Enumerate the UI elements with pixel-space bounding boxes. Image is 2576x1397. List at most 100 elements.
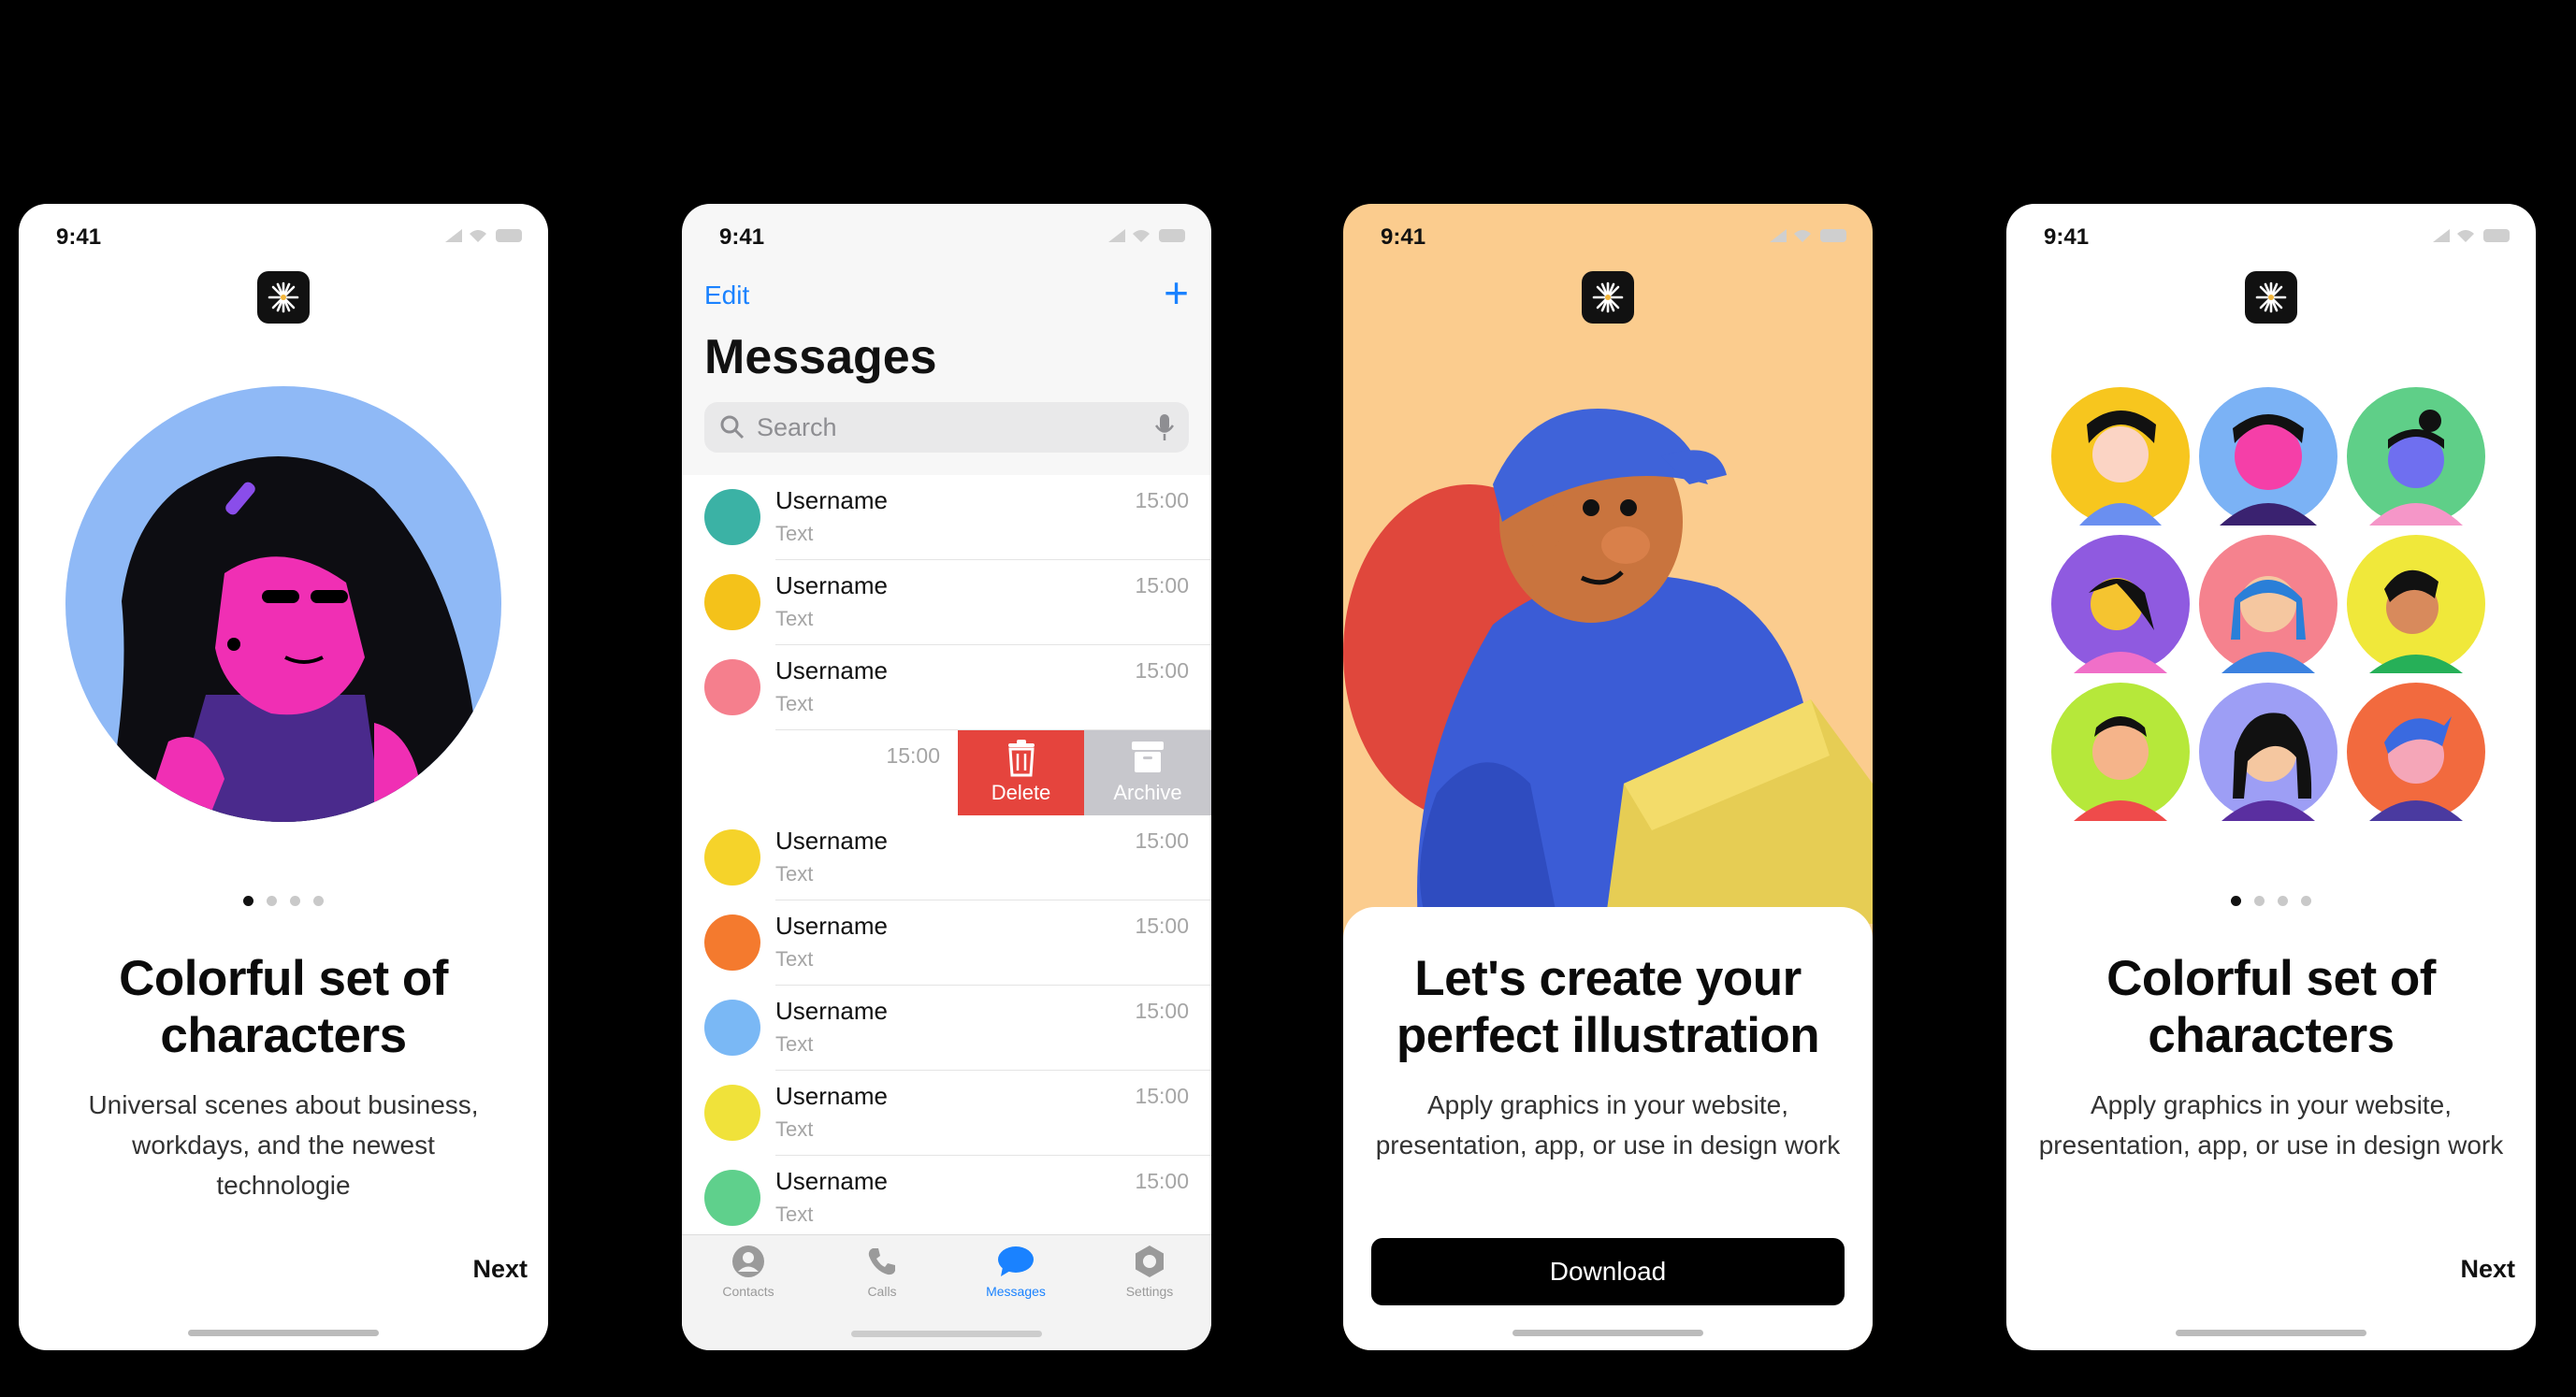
timestamp: 15:00: [1135, 1084, 1189, 1108]
home-indicator: [1512, 1330, 1703, 1336]
page-dot[interactable]: [267, 896, 277, 906]
message-preview: Text: [775, 692, 814, 715]
gear-icon: [1136, 1246, 1164, 1277]
username: Username: [775, 827, 888, 855]
page-indicator: [19, 894, 548, 911]
list-item[interactable]: Username Text 15:00: [682, 560, 1211, 645]
status-time: 9:41: [1381, 224, 1426, 250]
username: Username: [775, 912, 888, 940]
timestamp: 15:00: [1135, 573, 1189, 598]
list-item[interactable]: Username Text 15:00: [682, 815, 1211, 900]
avatar: [704, 1085, 760, 1141]
description-line-2: workdays, and the newest: [132, 1131, 435, 1159]
tab-calls[interactable]: Calls: [831, 1245, 933, 1299]
description-line-1: Apply graphics in your website,: [1427, 1090, 1788, 1119]
microphone-icon[interactable]: [1155, 413, 1174, 441]
app-logo-icon: [1582, 271, 1634, 324]
home-indicator: [2176, 1330, 2366, 1336]
list-item[interactable]: Username Text 15:00: [682, 475, 1211, 560]
headline-line-2: characters: [160, 1008, 407, 1063]
page-dot[interactable]: [290, 896, 300, 906]
home-indicator: [851, 1331, 1042, 1337]
tab-label: Messages: [986, 1284, 1046, 1299]
home-indicator: [188, 1330, 379, 1336]
message-list: Username Text 15:00 Username Text 15:00 …: [682, 475, 1211, 1234]
page-dot-active[interactable]: [243, 896, 253, 906]
status-icons: [2433, 229, 2510, 242]
avatar: [704, 829, 760, 886]
delivery-character-illustration: [1343, 409, 1873, 924]
trash-icon: [1007, 740, 1035, 777]
onboarding-screen-2: 9:41 Let's create your perfect illustrat…: [1343, 204, 1873, 1350]
username: Username: [775, 571, 888, 599]
app-logo-icon: [257, 271, 310, 324]
next-button[interactable]: Next: [2460, 1255, 2515, 1284]
archive-label: Archive: [1113, 781, 1182, 804]
tab-contacts[interactable]: Contacts: [697, 1245, 800, 1299]
avatar: [704, 659, 760, 715]
tab-label: Settings: [1125, 1284, 1174, 1299]
avatar: [704, 1170, 760, 1226]
timestamp: 15:00: [1135, 658, 1189, 683]
headline-line-2: characters: [2148, 1008, 2395, 1063]
timestamp: 15:00: [886, 743, 940, 768]
avatar: [704, 1000, 760, 1056]
page-dot[interactable]: [2254, 896, 2265, 906]
avatar: [704, 489, 760, 545]
page-dot[interactable]: [2278, 896, 2288, 906]
list-item[interactable]: Username Text 15:00: [682, 645, 1211, 730]
headline-line-1: Colorful set of: [2106, 951, 2436, 1006]
list-item[interactable]: Username Text 15:00: [682, 900, 1211, 986]
search-placeholder: Search: [757, 413, 837, 441]
timestamp: 15:00: [1135, 1169, 1189, 1193]
next-button[interactable]: Next: [472, 1255, 528, 1284]
message-preview: Text: [775, 1203, 814, 1226]
description-line-2: presentation, app, or use in design work: [1375, 1131, 1841, 1159]
timestamp: 15:00: [1135, 999, 1189, 1023]
page-indicator: [2006, 894, 2536, 911]
description-line-2: presentation, app, or use in design work: [2038, 1131, 2504, 1159]
tab-bar: Contacts Calls Messages Settings: [682, 1234, 1211, 1350]
download-button[interactable]: Download: [1371, 1238, 1845, 1305]
headline-line-1: Colorful set of: [119, 951, 448, 1006]
message-preview: Text: [775, 1032, 814, 1056]
app-logo-icon: [2245, 271, 2297, 324]
search-icon: [720, 415, 745, 439]
timestamp: 15:00: [1135, 488, 1189, 512]
archive-button[interactable]: Archive: [1084, 730, 1211, 815]
timestamp: 15:00: [1135, 914, 1189, 938]
page-dot[interactable]: [2301, 896, 2311, 906]
status-time: 9:41: [719, 224, 765, 250]
username: Username: [775, 1082, 888, 1110]
list-item[interactable]: Username Text 15:00: [682, 1071, 1211, 1156]
status-icons: [445, 229, 522, 242]
new-message-button[interactable]: +: [1164, 269, 1189, 316]
delete-button[interactable]: Delete: [958, 730, 1084, 815]
message-preview: Text: [775, 522, 814, 545]
list-item[interactable]: Username Text 15:00: [682, 1156, 1211, 1234]
headline-line-2: perfect illustration: [1396, 1008, 1820, 1063]
list-item[interactable]: Username Text 15:00: [682, 986, 1211, 1071]
status-icons: [1108, 229, 1185, 242]
character-illustration: [65, 386, 501, 822]
edit-button[interactable]: Edit: [704, 281, 749, 310]
message-preview: Text: [775, 947, 814, 971]
headline-line-1: Let's create your: [1414, 951, 1802, 1006]
search-input[interactable]: Search: [704, 402, 1189, 453]
description-line-3: technologie: [216, 1171, 351, 1200]
person-icon: [732, 1246, 764, 1277]
tab-settings[interactable]: Settings: [1098, 1245, 1201, 1299]
status-time: 9:41: [2044, 224, 2090, 250]
message-preview: Text: [775, 607, 814, 630]
archive-icon: [1132, 742, 1164, 772]
message-preview: Text: [775, 862, 814, 886]
chat-bubble-icon: [998, 1246, 1034, 1276]
tab-messages[interactable]: Messages: [964, 1245, 1067, 1299]
timestamp: 15:00: [1135, 828, 1189, 853]
onboarding-screen-1: 9:41 Colorful set of characters Universa…: [19, 204, 548, 1350]
description-line-1: Universal scenes about business,: [88, 1090, 479, 1119]
swiped-list-item[interactable]: 15:00 Delete Archive: [682, 730, 1211, 815]
page-dot[interactable]: [313, 896, 324, 906]
phone-icon: [868, 1248, 895, 1275]
page-dot-active[interactable]: [2231, 896, 2241, 906]
